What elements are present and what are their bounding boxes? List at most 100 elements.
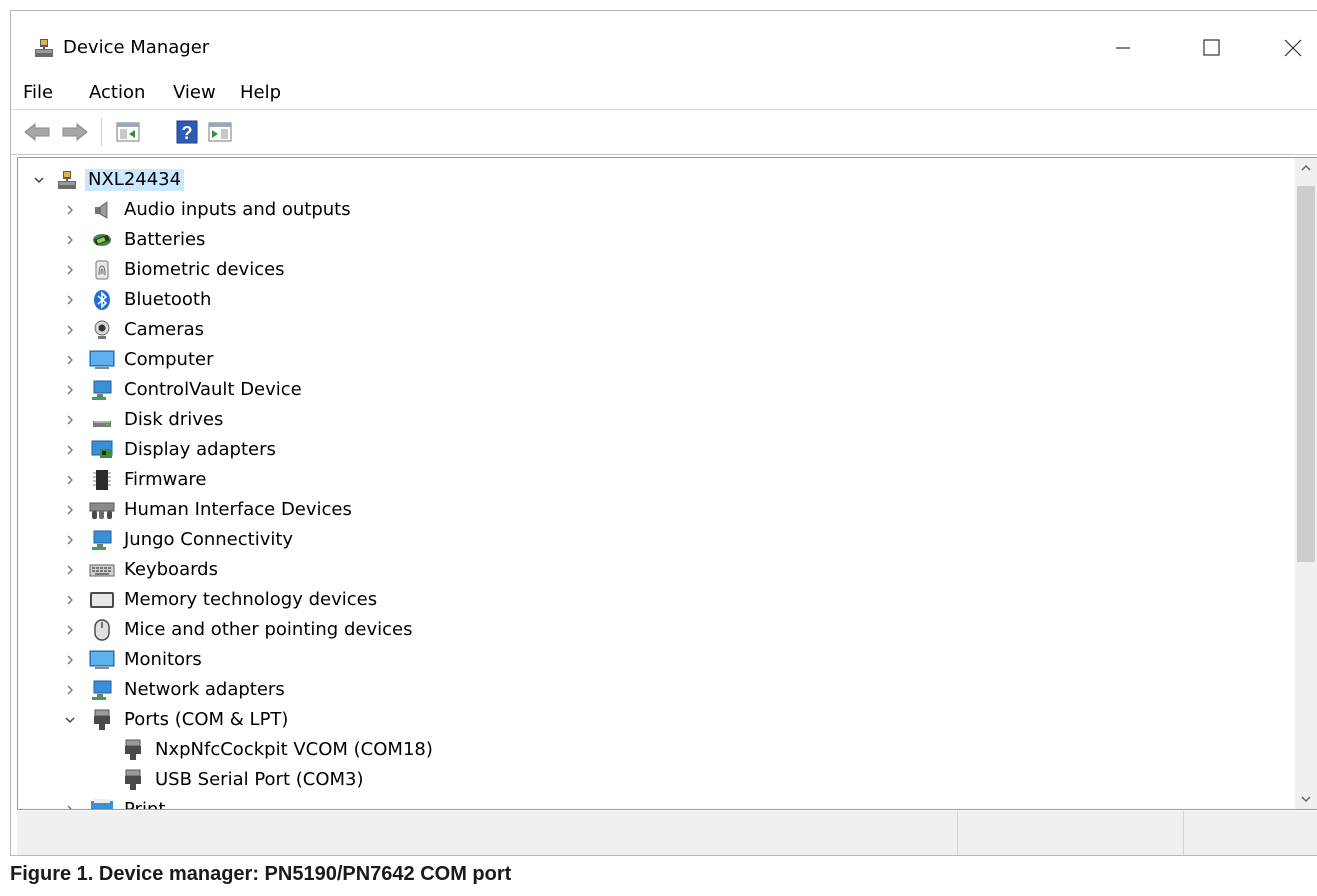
chevron-right-icon[interactable] bbox=[63, 590, 77, 610]
status-bar bbox=[17, 811, 1317, 855]
minimize-icon[interactable] bbox=[1103, 31, 1143, 65]
tree-item-label: ControlVault Device bbox=[124, 379, 302, 400]
tree-item-biometric[interactable]: Biometric devices bbox=[18, 256, 1294, 284]
tree-item-label: Network adapters bbox=[124, 679, 285, 700]
chevron-right-icon[interactable] bbox=[63, 800, 77, 809]
keyboard-icon bbox=[89, 564, 115, 577]
memory-card-icon bbox=[90, 592, 114, 608]
computer-network-icon bbox=[58, 171, 76, 189]
tree-item-ports[interactable]: Ports (COM & LPT) bbox=[18, 706, 1294, 734]
hid-icon bbox=[89, 502, 115, 519]
device-tree: NXL24434 Audio inputs and outputs Batter… bbox=[18, 158, 1294, 809]
tree-item-label: Firmware bbox=[124, 469, 207, 490]
fingerprint-icon bbox=[95, 260, 109, 280]
tree-item-disk-drives[interactable]: Disk drives bbox=[18, 406, 1294, 434]
tree-root[interactable]: NXL24434 bbox=[18, 166, 1294, 194]
help-icon[interactable]: ? bbox=[175, 120, 199, 144]
scroll-down-icon[interactable] bbox=[1295, 789, 1317, 809]
tree-item-label: Display adapters bbox=[124, 439, 276, 460]
menu-action[interactable]: Action bbox=[89, 79, 145, 107]
action-pane-icon[interactable] bbox=[207, 120, 233, 144]
monitor-icon bbox=[89, 650, 115, 669]
console-tree-icon[interactable] bbox=[115, 120, 141, 144]
tree-item-label: Monitors bbox=[124, 649, 202, 670]
tree-item-monitors[interactable]: Monitors bbox=[18, 646, 1294, 674]
tree-item-network-adapters[interactable]: Network adapters bbox=[18, 676, 1294, 704]
tree-item-hid[interactable]: Human Interface Devices bbox=[18, 496, 1294, 524]
monitor-icon bbox=[89, 350, 115, 369]
vertical-scrollbar[interactable] bbox=[1295, 158, 1317, 809]
chevron-right-icon[interactable] bbox=[63, 200, 77, 220]
tree-item-label: Keyboards bbox=[124, 559, 218, 580]
tree-item-controlvault[interactable]: ControlVault Device bbox=[18, 376, 1294, 404]
chevron-right-icon[interactable] bbox=[63, 380, 77, 400]
tree-item-port-child[interactable]: NxpNfcCockpit VCOM (COM18) bbox=[18, 736, 1294, 764]
status-pane bbox=[1183, 811, 1317, 855]
menu-help[interactable]: Help bbox=[240, 79, 281, 107]
tree-item-port-child[interactable]: USB Serial Port (COM3) bbox=[18, 766, 1294, 794]
chevron-right-icon[interactable] bbox=[63, 500, 77, 520]
chevron-right-icon[interactable] bbox=[63, 440, 77, 460]
tree-item-label: Disk drives bbox=[124, 409, 224, 430]
tree-item-computer[interactable]: Computer bbox=[18, 346, 1294, 374]
tree-item-print[interactable]: Print bbox=[18, 796, 1294, 809]
bluetooth-icon bbox=[94, 290, 110, 310]
chevron-down-icon[interactable] bbox=[32, 170, 46, 190]
network-monitor-icon bbox=[92, 680, 112, 700]
device-manager-icon bbox=[35, 39, 53, 57]
back-arrow-icon[interactable] bbox=[23, 120, 51, 144]
chevron-right-icon[interactable] bbox=[63, 290, 77, 310]
chip-icon bbox=[93, 470, 111, 490]
close-icon[interactable] bbox=[1273, 31, 1313, 65]
tree-item-bluetooth[interactable]: Bluetooth bbox=[18, 286, 1294, 314]
tree-item-label: Jungo Connectivity bbox=[124, 529, 294, 550]
device-tree-panel: NXL24434 Audio inputs and outputs Batter… bbox=[17, 157, 1317, 810]
tree-item-display-adapters[interactable]: Display adapters bbox=[18, 436, 1294, 464]
scroll-up-icon[interactable] bbox=[1295, 158, 1317, 178]
toolbar-separator bbox=[101, 118, 102, 146]
chevron-right-icon[interactable] bbox=[63, 350, 77, 370]
tree-item-batteries[interactable]: Batteries bbox=[18, 226, 1294, 254]
tree-item-mice[interactable]: Mice and other pointing devices bbox=[18, 616, 1294, 644]
tree-item-jungo[interactable]: Jungo Connectivity bbox=[18, 526, 1294, 554]
tree-root-label: NXL24434 bbox=[85, 169, 185, 191]
tree-item-label: Ports (COM & LPT) bbox=[124, 709, 289, 730]
chevron-right-icon[interactable] bbox=[63, 320, 77, 340]
chevron-down-icon[interactable] bbox=[63, 710, 77, 730]
toolbar: ? bbox=[11, 109, 1317, 155]
chevron-right-icon[interactable] bbox=[63, 470, 77, 490]
tree-item-label: USB Serial Port (COM3) bbox=[155, 769, 364, 790]
network-monitor-icon bbox=[92, 380, 112, 400]
display-adapter-icon bbox=[91, 440, 113, 458]
tree-item-label: Cameras bbox=[124, 319, 205, 340]
chevron-right-icon[interactable] bbox=[63, 260, 77, 280]
tree-item-cameras[interactable]: Cameras bbox=[18, 316, 1294, 344]
tree-item-keyboards[interactable]: Keyboards bbox=[18, 556, 1294, 584]
maximize-icon[interactable] bbox=[1191, 31, 1231, 65]
forward-arrow-icon[interactable] bbox=[61, 120, 89, 144]
tree-item-audio[interactable]: Audio inputs and outputs bbox=[18, 196, 1294, 224]
tree-item-label: Memory technology devices bbox=[124, 589, 378, 610]
printer-icon bbox=[91, 799, 113, 809]
menu-view[interactable]: View bbox=[173, 79, 216, 107]
chevron-right-icon[interactable] bbox=[63, 620, 77, 640]
chevron-right-icon[interactable] bbox=[63, 230, 77, 250]
chevron-right-icon[interactable] bbox=[63, 410, 77, 430]
chevron-right-icon[interactable] bbox=[63, 650, 77, 670]
tree-item-firmware[interactable]: Firmware bbox=[18, 466, 1294, 494]
camera-icon bbox=[94, 320, 110, 339]
chevron-right-icon[interactable] bbox=[63, 530, 77, 550]
menu-file[interactable]: File bbox=[23, 79, 53, 107]
status-pane bbox=[957, 811, 1184, 855]
tree-item-label: NxpNfcCockpit VCOM (COM18) bbox=[155, 739, 433, 760]
tree-item-label: Print bbox=[124, 799, 165, 809]
title-bar[interactable]: Device Manager bbox=[11, 11, 1317, 71]
disk-drive-icon bbox=[93, 421, 111, 427]
chevron-right-icon[interactable] bbox=[63, 680, 77, 700]
figure-caption: Figure 1. Device manager: PN5190/PN7642 … bbox=[10, 863, 512, 885]
scrollbar-thumb[interactable] bbox=[1297, 186, 1315, 562]
tree-item-memory-technology[interactable]: Memory technology devices bbox=[18, 586, 1294, 614]
window-title: Device Manager bbox=[63, 37, 210, 58]
port-icon bbox=[125, 739, 141, 760]
chevron-right-icon[interactable] bbox=[63, 560, 77, 580]
